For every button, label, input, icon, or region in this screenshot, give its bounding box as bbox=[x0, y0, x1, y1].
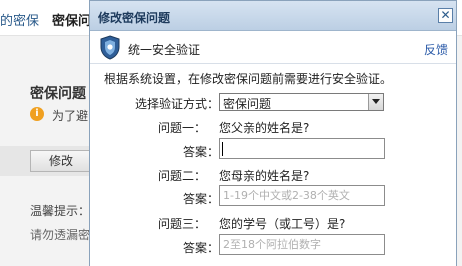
tip-text: 请勿透漏密 bbox=[30, 228, 91, 242]
tip-title: 温馨提示： bbox=[30, 204, 91, 218]
warning-text: 为了避 bbox=[52, 109, 89, 123]
chevron-down-icon[interactable] bbox=[368, 94, 383, 110]
nav-item-security-question[interactable]: 密保问 bbox=[52, 10, 91, 29]
answer-3-input[interactable] bbox=[219, 234, 385, 255]
verify-method-select[interactable]: 密保问题 bbox=[219, 93, 384, 111]
question-1-text: 您父亲的姓名是? bbox=[219, 121, 310, 135]
verify-method-value: 密保问题 bbox=[223, 97, 272, 111]
question-2-text: 您母亲的姓名是? bbox=[219, 169, 310, 183]
nav-item-my-security[interactable]: 的密保 bbox=[0, 10, 39, 29]
page: 的密保 密保问 密保问题 i 为了避 修改 温馨提示： 请勿透漏密 修改密保问题… bbox=[0, 0, 462, 266]
warning-icon: i bbox=[30, 107, 44, 121]
dialog-titlebar[interactable]: 修改密保问题 ✕ bbox=[90, 1, 456, 31]
dialog-title: 修改密保问题 bbox=[98, 11, 171, 25]
text-caret bbox=[222, 142, 223, 156]
modify-security-question-dialog: 修改密保问题 ✕ 统一安全验证 反馈 根据系统设置，在修改密保问题前需要进行安全… bbox=[89, 0, 457, 266]
modify-button[interactable]: 修改 bbox=[30, 150, 92, 172]
shield-icon bbox=[100, 35, 120, 60]
intro-text: 根据系统设置，在修改密保问题前需要进行安全验证。 bbox=[104, 72, 393, 86]
verify-method-label: 选择验证方式： bbox=[134, 97, 219, 111]
answer-2-label: 答案： bbox=[182, 192, 219, 206]
answer-1-label: 答案： bbox=[182, 145, 219, 159]
feedback-link[interactable]: 反馈 bbox=[424, 41, 448, 58]
question-2-label: 问题二： bbox=[157, 169, 206, 183]
question-3-text: 您的学号（或工号）是? bbox=[219, 217, 346, 231]
verification-header: 统一安全验证 反馈 bbox=[90, 31, 456, 64]
verification-title: 统一安全验证 bbox=[128, 43, 201, 57]
question-1-label: 问题一： bbox=[157, 121, 206, 135]
section-title: 密保问题 bbox=[30, 86, 86, 102]
close-icon[interactable]: ✕ bbox=[438, 8, 453, 23]
answer-1-input[interactable] bbox=[219, 138, 385, 159]
question-3-label: 问题三： bbox=[157, 217, 206, 231]
answer-3-label: 答案： bbox=[182, 241, 219, 255]
answer-2-input[interactable] bbox=[219, 185, 385, 206]
